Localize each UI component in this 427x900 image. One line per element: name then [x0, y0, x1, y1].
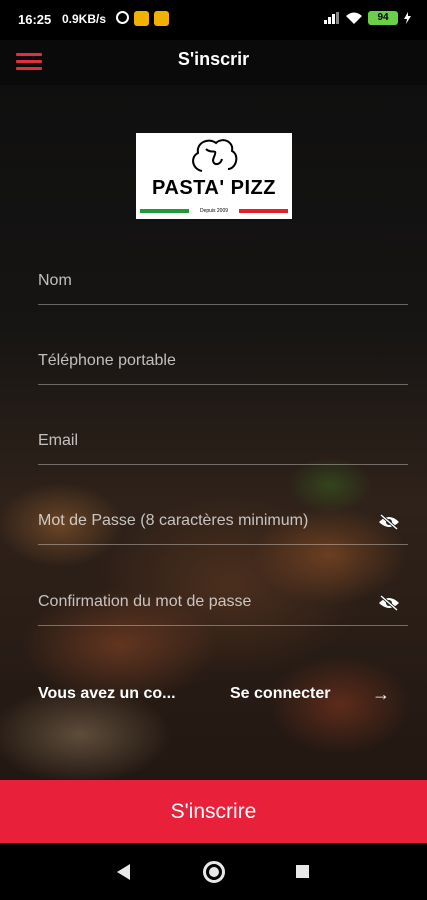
alarm-icon	[116, 11, 129, 24]
signal-icon	[324, 12, 339, 24]
phone-input[interactable]	[38, 352, 368, 370]
notification-icons	[116, 11, 169, 26]
page-title: S'inscrir	[177, 49, 250, 69]
login-link[interactable]: Se connecter	[230, 685, 330, 703]
arrow-right-icon[interactable]: →	[372, 684, 390, 705]
password-input[interactable]	[38, 512, 368, 530]
confirm-password-input[interactable]	[38, 593, 368, 611]
name-field[interactable]	[38, 264, 408, 305]
email-input[interactable]	[38, 432, 368, 450]
app-notification-icon	[154, 11, 169, 26]
battery-icon: 94	[368, 11, 398, 25]
status-bar: 16:25 0.9KB/s 94	[0, 0, 427, 40]
recent-apps-icon[interactable]	[296, 865, 309, 878]
app-notification-icon	[134, 11, 149, 26]
network-speed: 0.9KB/s	[62, 12, 107, 26]
toggle-password-visibility-icon[interactable]	[378, 514, 400, 530]
logo-name: PASTA' PIZZ	[152, 177, 276, 199]
password-field[interactable]	[38, 504, 408, 545]
restaurant-logo: PASTA' PIZZ Depuis 2009	[136, 133, 292, 219]
status-time: 16:25	[18, 12, 52, 27]
system-icons: 94	[324, 11, 411, 25]
name-input[interactable]	[38, 272, 368, 290]
home-icon[interactable]	[203, 861, 225, 883]
charging-icon	[404, 12, 411, 24]
back-icon[interactable]	[117, 864, 130, 880]
confirm-password-field[interactable]	[38, 585, 408, 626]
login-prompt: Vous avez un co... Se connecter →	[38, 684, 398, 709]
signup-button[interactable]: S'inscrire	[0, 780, 427, 843]
app-bar: S'inscrir	[0, 40, 427, 85]
wifi-icon	[346, 12, 362, 24]
phone-field[interactable]	[38, 344, 408, 385]
system-navigation-bar	[0, 843, 427, 900]
logo-tagline: Depuis 2009	[196, 207, 232, 215]
email-field[interactable]	[38, 424, 408, 465]
toggle-confirm-visibility-icon[interactable]	[378, 595, 400, 611]
chef-hat-icon	[192, 139, 238, 172]
login-question: Vous avez un co...	[38, 685, 176, 702]
